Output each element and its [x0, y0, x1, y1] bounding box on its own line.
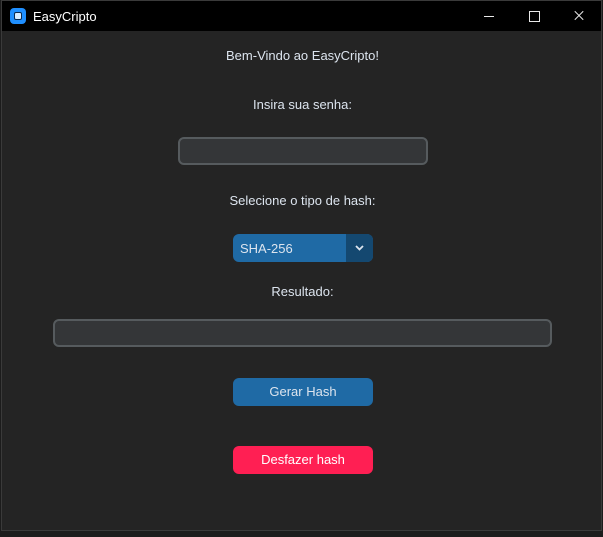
result-label: Resultado:	[271, 284, 334, 299]
title-bar: EasyCripto	[2, 1, 601, 31]
password-label: Insira sua senha:	[252, 97, 352, 112]
welcome-text: Bem-Vindo ao EasyCripto!	[226, 48, 379, 63]
app-window: EasyCripto Bem-Vindo ao EasyCripto! Insi…	[1, 0, 602, 531]
minimize-button[interactable]	[466, 1, 511, 31]
undo-hash-button[interactable]: Desfazer hash	[233, 446, 373, 474]
hash-type-label: Selecione o tipo de hash:	[229, 193, 376, 208]
maximize-button[interactable]	[511, 1, 556, 31]
password-input[interactable]	[178, 137, 428, 165]
window-title: EasyCripto	[33, 9, 97, 24]
hash-type-value: SHA-256	[240, 241, 293, 256]
app-logo-icon	[10, 8, 26, 24]
chevron-down-icon	[355, 245, 364, 251]
result-field[interactable]	[53, 319, 552, 347]
hash-type-select[interactable]: SHA-256	[233, 234, 373, 262]
generate-hash-button[interactable]: Gerar Hash	[233, 378, 373, 406]
dropdown-button[interactable]	[346, 234, 373, 262]
close-button[interactable]	[556, 1, 601, 31]
